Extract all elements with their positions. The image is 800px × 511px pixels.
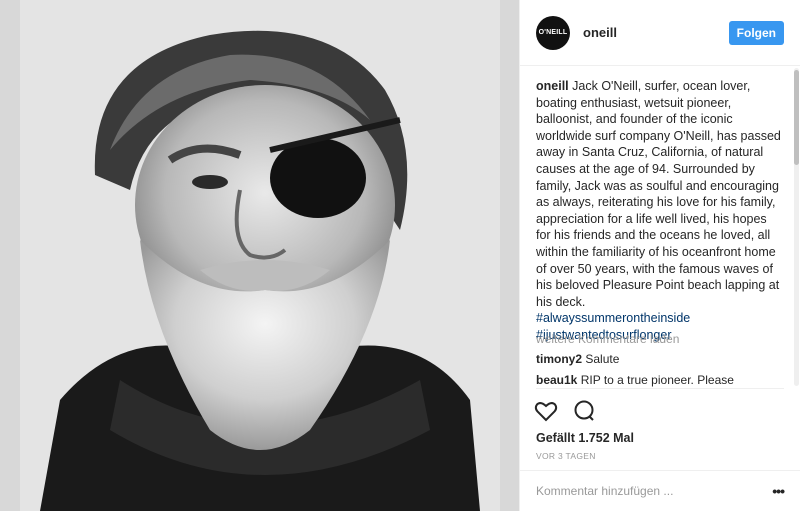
avatar[interactable]: O'NEILL bbox=[536, 15, 570, 50]
heart-icon[interactable] bbox=[534, 399, 558, 423]
post-header: O'NEILL oneill Folgen bbox=[520, 0, 800, 66]
comment-text: RIP to a true pioneer. Please bbox=[580, 373, 734, 387]
hashtag-link[interactable]: #alwayssummerontheinside bbox=[536, 310, 784, 327]
post-side-panel: O'NEILL oneill Folgen oneill Jack O'Neil… bbox=[519, 0, 800, 511]
add-comment-bar: Kommentar hinzufügen ... ••• bbox=[520, 470, 800, 511]
post-photo[interactable] bbox=[0, 0, 519, 511]
username-link[interactable]: oneill bbox=[583, 25, 729, 40]
comment-text: Salute bbox=[585, 352, 620, 366]
comment: beau1k RIP to a true pioneer. Please bbox=[536, 373, 784, 387]
comment: timony2 Salute bbox=[536, 352, 784, 366]
follow-button[interactable]: Folgen bbox=[728, 20, 784, 45]
post-timestamp[interactable]: VOR 3 TAGEN bbox=[536, 451, 596, 461]
divider bbox=[536, 388, 784, 389]
caption-author-link[interactable]: oneill bbox=[536, 79, 569, 93]
portrait-illustration bbox=[0, 0, 519, 511]
comment-author-link[interactable]: beau1k bbox=[536, 373, 577, 387]
action-bar bbox=[534, 399, 596, 423]
more-options-icon[interactable]: ••• bbox=[772, 483, 785, 499]
add-comment-input[interactable]: Kommentar hinzufügen ... bbox=[536, 484, 772, 498]
comment-icon[interactable] bbox=[572, 399, 596, 423]
likes-count[interactable]: Gefällt 1.752 Mal bbox=[536, 431, 634, 445]
scrollbar-thumb[interactable] bbox=[794, 70, 799, 165]
caption-text: Jack O'Neill, surfer, ocean lover, boati… bbox=[536, 79, 781, 309]
load-more-comments-link[interactable]: weitere Kommentare laden bbox=[536, 332, 679, 346]
comment-author-link[interactable]: timony2 bbox=[536, 352, 582, 366]
caption: oneill Jack O'Neill, surfer, ocean lover… bbox=[536, 78, 784, 344]
instagram-post: O'NEILL oneill Folgen oneill Jack O'Neil… bbox=[0, 0, 800, 511]
